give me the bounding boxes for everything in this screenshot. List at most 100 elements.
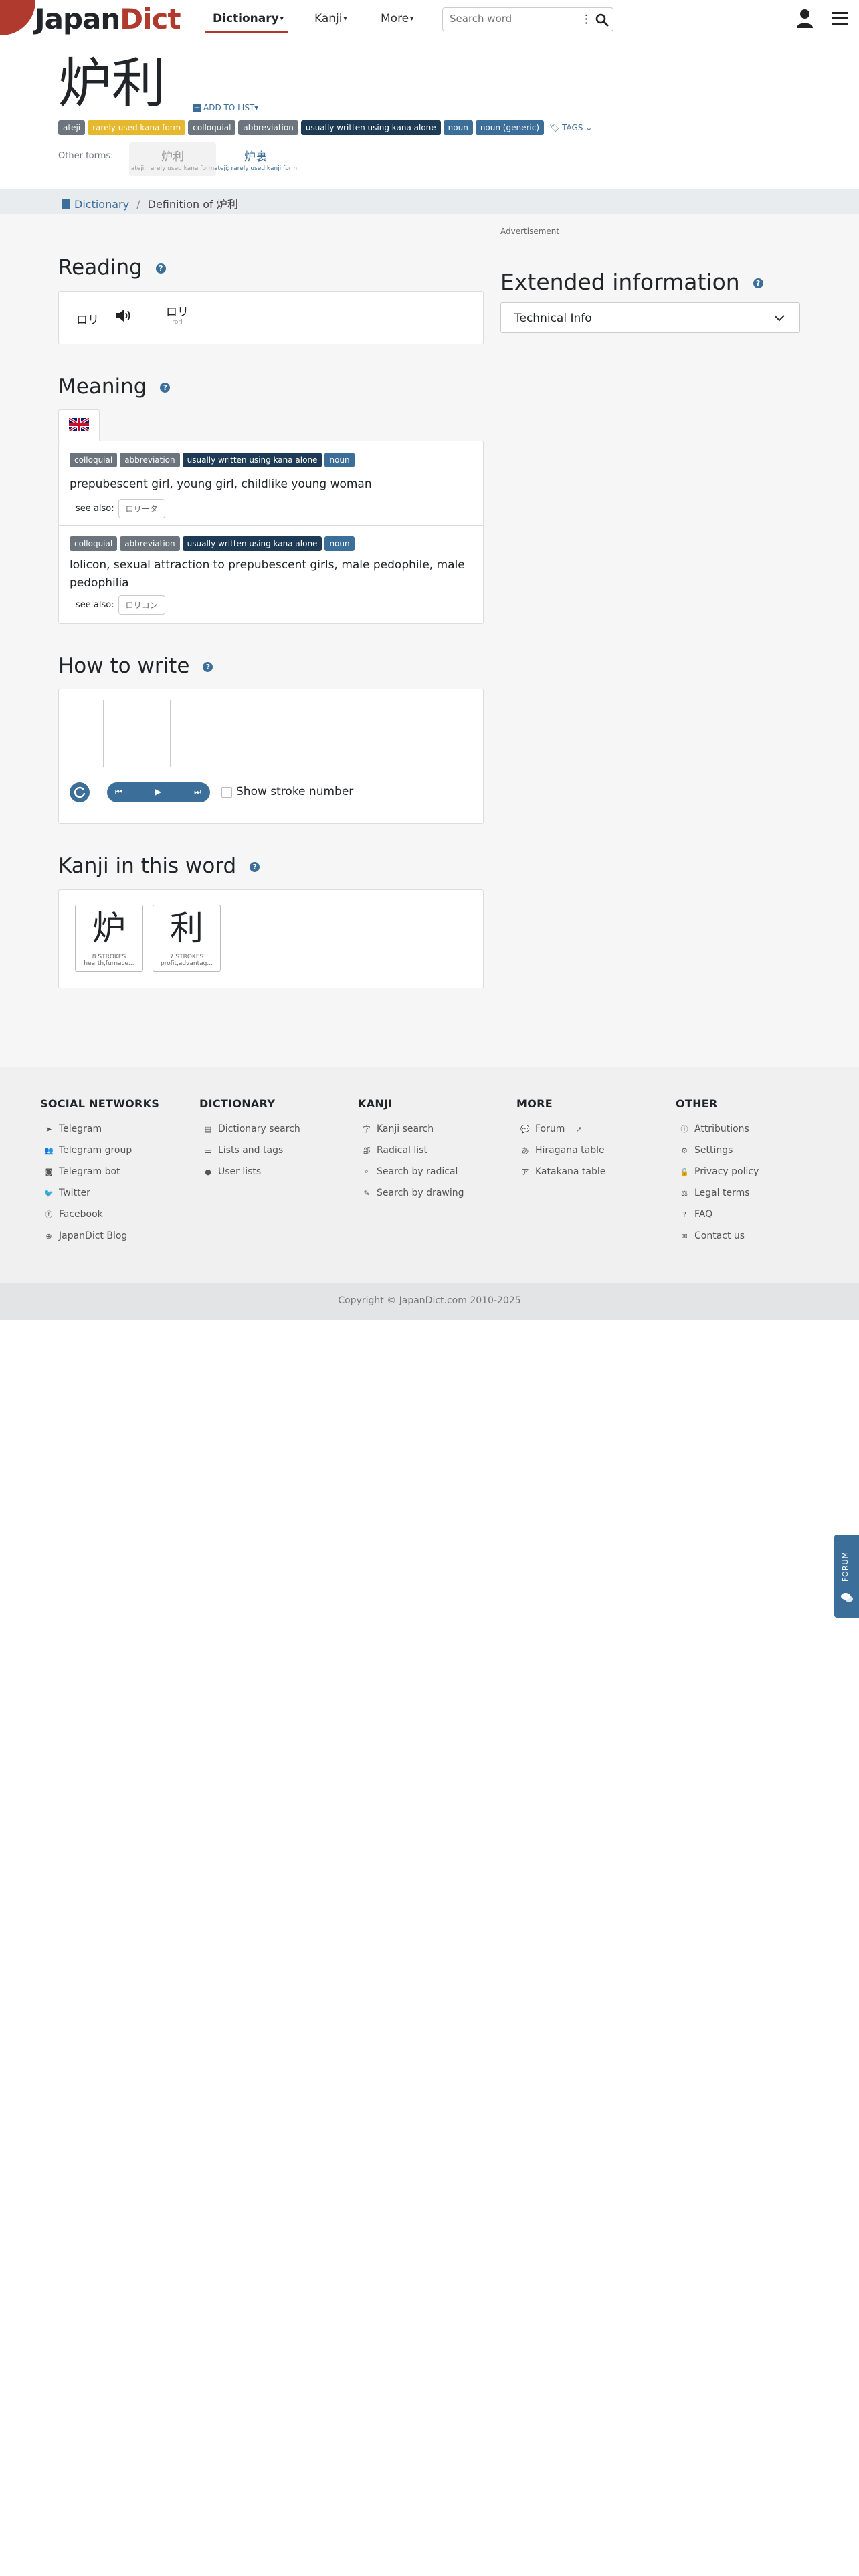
- help-icon[interactable]: ?: [250, 862, 260, 872]
- tag[interactable]: noun: [443, 120, 473, 135]
- footer-link-search-by-drawing[interactable]: ✎ Search by drawing: [358, 1182, 464, 1204]
- tags-toggle-button[interactable]: 🏷 TAGS ⌄: [547, 120, 595, 135]
- logo-circle: [0, 0, 35, 35]
- step-back-icon[interactable]: ⏮: [115, 787, 122, 797]
- kanji-in-word-card: 炉 8 STROKES hearth,furnace... 利 7 STROKE…: [58, 889, 484, 988]
- help-icon[interactable]: ?: [155, 263, 166, 274]
- show-stroke-number-label[interactable]: Show stroke number: [236, 785, 353, 798]
- user-icon[interactable]: [796, 9, 814, 29]
- footer-link-dictionary-search[interactable]: ▤ Dictionary search: [199, 1118, 300, 1140]
- footer-link-telegram-group[interactable]: 👥 Telegram group: [40, 1140, 159, 1161]
- help-icon[interactable]: ?: [203, 662, 213, 672]
- meaning-tags: colloquial abbreviation usually written …: [70, 453, 472, 467]
- tag[interactable]: ateji: [58, 120, 86, 135]
- caret-down-icon: ▾: [254, 103, 259, 112]
- nav-kanji[interactable]: Kanji ▾: [314, 12, 347, 25]
- kanji-card[interactable]: 炉 8 STROKES hearth,furnace...: [75, 905, 143, 972]
- see-also-link[interactable]: ロリコン: [118, 595, 165, 615]
- tag[interactable]: colloquial: [188, 120, 236, 135]
- stroke-order-card: ⏮ ▶ ⏭ Show stroke number: [58, 689, 484, 824]
- step-forward-icon[interactable]: ⏭: [194, 787, 201, 797]
- twitter-icon: 🐦: [44, 1188, 54, 1198]
- word-title: 炉利: [58, 52, 165, 114]
- footer-link-telegram[interactable]: ➤ Telegram: [40, 1118, 159, 1140]
- tag[interactable]: usually written using kana alone: [182, 536, 322, 551]
- stroke-player: ⏮ ▶ ⏭: [107, 782, 210, 802]
- language-tab-english[interactable]: [58, 409, 100, 441]
- copyright-bar: Copyright © JapanDict.com 2010-2025: [0, 1283, 859, 1320]
- other-form-card[interactable]: 炉裏 ateji; rarely used kanji form: [212, 142, 299, 176]
- footer-link-user-lists[interactable]: ● User lists: [199, 1161, 300, 1182]
- globe-icon: ⊕: [45, 1231, 52, 1241]
- caret-down-icon: ▾: [280, 15, 284, 23]
- extended-info-heading: Extended information?: [500, 269, 763, 295]
- footer-link-radical-list[interactable]: 部 Radical list: [358, 1140, 464, 1161]
- footer-link-privacy[interactable]: 🔒 Privacy policy: [676, 1161, 759, 1182]
- nav-more[interactable]: More ▾: [381, 12, 413, 25]
- footer-link-lists-tags[interactable]: ☰ Lists and tags: [199, 1140, 300, 1161]
- speaker-icon[interactable]: [115, 308, 132, 324]
- radical-icon: 部: [363, 1146, 371, 1155]
- meaning-entry: colloquial abbreviation usually written …: [59, 453, 483, 518]
- see-also: see also: ロリータ: [76, 499, 472, 518]
- tag[interactable]: abbreviation: [120, 453, 180, 467]
- tag[interactable]: colloquial: [70, 453, 118, 467]
- footer-link-contact[interactable]: ✉ Contact us: [676, 1225, 759, 1247]
- tag[interactable]: noun: [324, 453, 355, 467]
- uk-flag-icon: [69, 418, 89, 431]
- katakana-icon: ア: [521, 1168, 529, 1176]
- footer-link-hiragana[interactable]: あ Hiragana table: [516, 1140, 605, 1161]
- kebab-menu-icon[interactable]: ⋮: [581, 13, 592, 26]
- hamburger-menu-icon[interactable]: [831, 11, 848, 27]
- tag[interactable]: colloquial: [70, 536, 118, 551]
- footer-link-katakana[interactable]: ア Katakana table: [516, 1161, 606, 1182]
- tag[interactable]: usually written using kana alone: [300, 120, 441, 135]
- play-icon[interactable]: ▶: [155, 787, 161, 796]
- footer-link-legal[interactable]: ⚖ Legal terms: [676, 1182, 759, 1204]
- comments-icon: [841, 1593, 853, 1602]
- footer-link-twitter[interactable]: 🐦 Twitter: [40, 1182, 159, 1204]
- forum-floating-tab[interactable]: FORUM: [834, 1535, 859, 1618]
- see-also-link[interactable]: ロリータ: [118, 499, 165, 518]
- tag-icon: 🏷: [549, 123, 560, 132]
- footer-link-kanji-search[interactable]: 字 Kanji search: [358, 1118, 464, 1140]
- book-icon: [62, 199, 70, 209]
- kanji-card[interactable]: 利 7 STROKES profit,advantag...: [153, 905, 221, 972]
- tag[interactable]: noun: [324, 536, 355, 551]
- comments-icon: 💬: [520, 1124, 530, 1134]
- footer-link-blog[interactable]: ⊕ JapanDict Blog: [40, 1225, 159, 1247]
- scale-icon: ⚖: [681, 1188, 688, 1198]
- technical-info-select[interactable]: Technical Info: [500, 302, 800, 333]
- nav-dictionary[interactable]: Dictionary ▾: [213, 12, 284, 25]
- breadcrumb-dictionary-link[interactable]: Dictionary: [74, 198, 129, 211]
- footer-link-settings[interactable]: ⚙ Settings: [676, 1140, 759, 1161]
- tag[interactable]: abbreviation: [120, 536, 180, 551]
- tag[interactable]: rarely used kana form: [88, 120, 186, 135]
- refresh-icon: [74, 786, 86, 798]
- footer-link-facebook[interactable]: ⓕ Facebook: [40, 1204, 159, 1225]
- reading-furigana: ロリ rori: [166, 306, 189, 326]
- meaning-entry: colloquial abbreviation usually written …: [59, 536, 483, 615]
- user-lock-icon: 🔒: [680, 1167, 689, 1176]
- replay-button[interactable]: [70, 782, 90, 802]
- add-to-list-button[interactable]: + ADD TO LIST▾: [193, 103, 258, 112]
- search-input[interactable]: [450, 13, 577, 25]
- help-icon[interactable]: ?: [160, 383, 171, 393]
- help-icon[interactable]: ?: [753, 278, 763, 288]
- tag[interactable]: usually written using kana alone: [182, 453, 322, 467]
- site-logo[interactable]: JapanDict: [35, 3, 181, 36]
- footer-col-other: OTHER ⓘ Attributions ⚙ Settings 🔒 Privacy p…: [676, 1097, 759, 1247]
- footer-link-telegram-bot[interactable]: ◙ Telegram bot: [40, 1161, 159, 1182]
- search-icon[interactable]: [594, 12, 610, 28]
- show-stroke-number-checkbox[interactable]: [221, 787, 232, 798]
- footer-link-attributions[interactable]: ⓘ Attributions: [676, 1118, 759, 1140]
- footer-link-search-by-radical[interactable]: ⌕ Search by radical: [358, 1161, 464, 1182]
- info-icon: ⓘ: [680, 1125, 688, 1134]
- caret-down-icon: ▾: [343, 15, 347, 23]
- footer-link-forum[interactable]: 💬 Forum ↗: [516, 1118, 605, 1140]
- tag[interactable]: abbreviation: [238, 120, 298, 135]
- footer-link-faq[interactable]: ? FAQ: [676, 1204, 759, 1225]
- see-also: see also: ロリコン: [76, 595, 472, 615]
- tag[interactable]: noun (generic): [475, 120, 545, 135]
- reading-heading: Reading?: [58, 255, 166, 280]
